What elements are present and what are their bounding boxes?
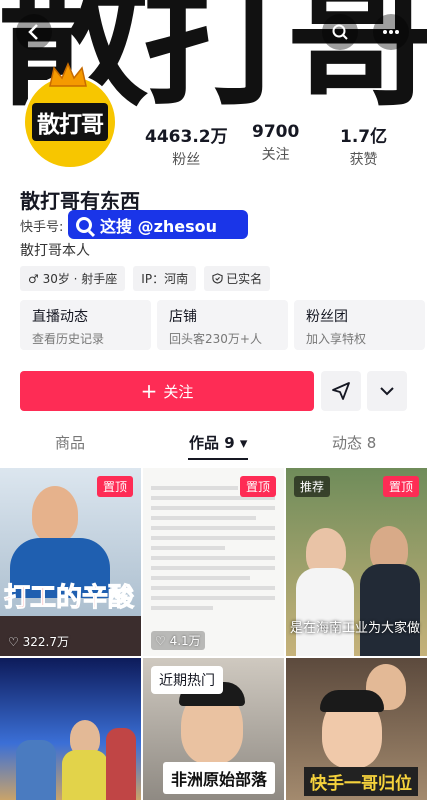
video-caption: 打工的辛酸 <box>3 583 135 614</box>
follow-label: 关注 <box>163 382 194 401</box>
heart-icon: ♡ <box>8 635 19 649</box>
stat-value: 4463.2万 <box>145 127 228 147</box>
pinned-badge: 置顶 <box>239 476 276 497</box>
pinned-badge: 置顶 <box>96 476 133 497</box>
card-shop[interactable]: 店铺 回头客230万+人 <box>157 300 288 350</box>
stat-likes[interactable]: 1.7亿 获赞 <box>340 122 387 169</box>
search-tag-text: 这搜 @zhesou <box>100 216 218 236</box>
video-item[interactable] <box>0 658 141 800</box>
ip-tag: IP：河南 <box>133 266 197 291</box>
recommend-badge: 推荐 <box>294 476 331 497</box>
trending-badge: 近期热门 <box>151 666 223 694</box>
tab-products[interactable]: 商品 <box>55 432 85 453</box>
video-caption: 快手一哥归位 <box>304 767 418 796</box>
feature-cards: 直播动态 查看历史记录 店铺 回头客230万+人 粉丝团 加入享特权 <box>20 300 425 350</box>
tab-indicator <box>188 458 248 460</box>
stat-label: 关注 <box>261 147 290 163</box>
stat-following[interactable]: 9700 关注 <box>252 122 299 164</box>
thumbnail-body <box>296 568 354 656</box>
video-caption: 是在海南工业为大家做 <box>290 621 421 636</box>
follow-button[interactable]: + 关注 <box>20 371 314 411</box>
profile-bio: 散打哥本人 <box>20 243 90 259</box>
card-subtitle: 查看历史记录 <box>32 332 105 346</box>
video-likes: ♡ 4.1万 <box>151 631 205 650</box>
back-icon <box>28 24 38 40</box>
magnifier-icon <box>76 216 92 233</box>
card-fan-club[interactable]: 粉丝团 加入享特权 <box>294 300 425 350</box>
heart-icon: ♡ <box>155 634 166 648</box>
avatar[interactable]: 散打哥 <box>22 74 118 170</box>
send-icon <box>332 382 350 400</box>
stat-fans[interactable]: 4463.2万 粉丝 <box>145 122 228 169</box>
thumbnail-person <box>32 486 78 542</box>
thumbnail-hair <box>320 690 384 712</box>
chevron-down-icon <box>380 387 394 396</box>
card-title: 直播动态 <box>32 309 88 325</box>
likes-count: 322.7万 <box>22 635 69 649</box>
more-button[interactable] <box>373 14 409 50</box>
share-button[interactable] <box>321 371 361 411</box>
verified-tag[interactable]: 已实名 <box>204 266 271 291</box>
search-icon <box>332 24 348 40</box>
card-subtitle: 回头客230万+人 <box>169 332 262 346</box>
shield-icon <box>212 273 223 284</box>
video-item[interactable]: 近期热门 非洲原始部落 <box>143 658 284 800</box>
likes-count: 4.1万 <box>169 634 201 648</box>
thumbnail-body <box>106 728 136 800</box>
verified-label: 已实名 <box>226 272 263 286</box>
expand-button[interactable] <box>367 371 407 411</box>
video-likes: ♡ 322.7万 <box>8 633 69 650</box>
stat-label: 获赞 <box>349 152 378 168</box>
thumbnail-body <box>62 750 108 800</box>
age-tag: ♂ 30岁 · 射手座 <box>20 266 126 291</box>
search-tag-overlay: 这搜 @zhesou <box>68 210 248 239</box>
search-button[interactable] <box>322 14 358 50</box>
pinned-badge: 置顶 <box>382 476 419 497</box>
kuaishou-id-label: 快手号: <box>20 220 64 235</box>
video-grid: 置顶 打工的辛酸 ♡ 322.7万 置顶 ♡ 4.1万 推荐 置顶 是在海南工业… <box>0 468 427 800</box>
card-live[interactable]: 直播动态 查看历史记录 <box>20 300 151 350</box>
more-icon <box>383 30 399 34</box>
video-caption: 非洲原始部落 <box>163 762 276 794</box>
video-item[interactable]: 快手一哥归位 <box>286 658 427 800</box>
video-item[interactable]: 置顶 打工的辛酸 ♡ 322.7万 <box>0 468 141 656</box>
thumbnail-body <box>16 740 56 800</box>
card-title: 粉丝团 <box>306 309 348 325</box>
avatar-text: 散打哥 <box>32 103 108 141</box>
profile-tags: ♂ 30岁 · 射手座 IP：河南 已实名 <box>20 266 271 291</box>
stat-value: 9700 <box>252 122 300 142</box>
stat-label: 粉丝 <box>172 152 201 168</box>
plus-icon: + <box>140 379 158 403</box>
crown-icon <box>49 62 87 87</box>
stat-value: 1.7亿 <box>340 127 388 147</box>
card-subtitle: 加入享特权 <box>306 332 367 346</box>
tab-works[interactable]: 作品 9 ▾ <box>189 432 247 453</box>
video-item[interactable]: 置顶 ♡ 4.1万 <box>143 468 284 656</box>
content-tabs: 商品 作品 9 ▾ 动态 8 <box>0 432 427 462</box>
video-item[interactable]: 推荐 置顶 是在海南工业为大家做 <box>286 468 427 656</box>
card-title: 店铺 <box>169 309 197 325</box>
tab-moments[interactable]: 动态 8 <box>332 432 376 453</box>
thumbnail-body <box>360 564 420 656</box>
back-button[interactable] <box>16 14 52 50</box>
thumbnail-document <box>151 480 275 616</box>
profile-stats: 4463.2万 粉丝 9700 关注 1.7亿 获赞 <box>130 122 420 169</box>
